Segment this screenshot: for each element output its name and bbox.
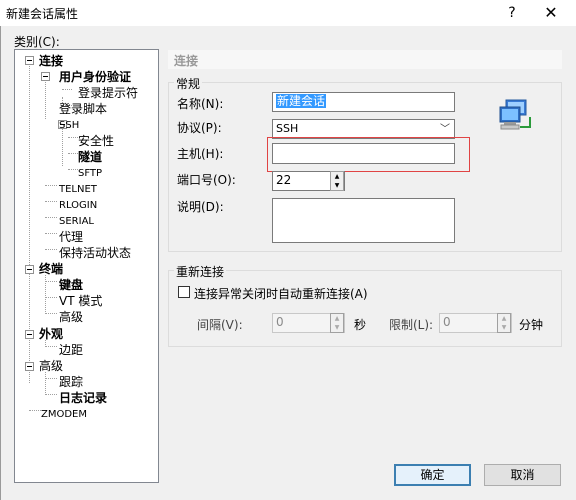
panel-header: 连接 (168, 50, 562, 69)
port-label: 端口号(O): (177, 173, 236, 187)
description-field[interactable] (272, 198, 455, 243)
name-field[interactable]: 新建会话 (272, 92, 455, 112)
title-bar: 新建会话属性 ? ✕ (0, 0, 576, 26)
name-label: 名称(N): (177, 97, 224, 111)
protocol-select-value: SSH (276, 122, 299, 135)
host-field[interactable] (272, 143, 455, 164)
tree-item-sftp[interactable]: SFTP (78, 167, 102, 181)
help-icon[interactable]: ? (502, 3, 522, 23)
tree-item-user-auth[interactable]: 用户身份验证 (59, 70, 131, 84)
tree-item-trace[interactable]: 跟踪 (59, 375, 83, 389)
network-computer-icon (499, 99, 531, 130)
host-label: 主机(H): (177, 147, 224, 161)
collapse-icon[interactable] (25, 265, 34, 274)
description-label: 说明(D): (177, 200, 224, 214)
limit-field-value: 0 (443, 315, 451, 329)
tree-item-login-prompts[interactable]: 登录提示符 (78, 86, 138, 100)
protocol-select[interactable]: SSH ﹀ (272, 119, 455, 139)
general-group-title: 常规 (174, 75, 203, 92)
tree-item-proxy[interactable]: 代理 (59, 230, 83, 244)
tree-item-zmodem[interactable]: ZMODEM (41, 408, 87, 422)
chevron-down-icon: ﹀ (440, 124, 450, 135)
tree-item-advanced[interactable]: 高级 (59, 310, 83, 324)
tree-item-appearance[interactable]: 外观 (39, 327, 63, 341)
category-label: 类别(C): (14, 35, 60, 49)
tree-item-login-script[interactable]: 登录脚本 (59, 102, 107, 116)
window-border (0, 26, 1, 500)
minutes-unit: 分钟 (519, 318, 544, 332)
tree-item-security[interactable]: 安全性 (78, 134, 114, 148)
port-field-value: 22 (276, 173, 292, 187)
tree-item-telnet[interactable]: TELNET (59, 183, 97, 197)
stepper-down-icon[interactable]: ▼ (331, 323, 343, 332)
collapse-icon[interactable] (25, 56, 34, 65)
tree-item-connection[interactable]: 连接 (39, 54, 63, 68)
port-stepper[interactable]: ▲ ▼ (330, 171, 344, 191)
tree-item-keyboard[interactable]: 键盘 (59, 278, 83, 292)
category-tree[interactable]: 连接 用户身份验证 登录提示符 登录脚本 SSH 安全性 隧道 SFTP TEL… (14, 49, 159, 483)
tree-item-margins[interactable]: 边距 (59, 343, 83, 357)
stepper-up-icon[interactable]: ▲ (331, 172, 343, 181)
collapse-icon[interactable] (25, 362, 34, 371)
reconnect-group (168, 270, 562, 347)
interval-stepper[interactable]: ▲ ▼ (330, 313, 344, 333)
stepper-down-icon[interactable]: ▼ (331, 181, 343, 190)
tree-item-ssh[interactable]: SSH (59, 119, 79, 133)
stepper-up-icon[interactable]: ▲ (331, 314, 343, 323)
interval-label: 间隔(V): (197, 318, 243, 332)
stepper-up-icon[interactable]: ▲ (498, 314, 510, 323)
auto-reconnect-checkbox[interactable] (178, 286, 190, 298)
close-icon[interactable]: ✕ (541, 3, 561, 23)
reconnect-group-title: 重新连接 (174, 263, 227, 280)
tree-item-tunneling[interactable]: 隧道 (78, 150, 102, 164)
limit-label: 限制(L): (389, 318, 434, 332)
auto-reconnect-label[interactable]: 连接异常关闭时自动重新连接(A) (194, 285, 368, 302)
name-field-value: 新建会话 (276, 94, 327, 108)
stepper-down-icon[interactable]: ▼ (498, 323, 510, 332)
tree-item-keepalive[interactable]: 保持活动状态 (59, 246, 131, 260)
tree-item-vt-mode[interactable]: VT 模式 (59, 294, 102, 308)
tree-item-serial[interactable]: SERIAL (59, 215, 94, 229)
window-title: 新建会话属性 (6, 7, 79, 21)
tree-item-rlogin[interactable]: RLOGIN (59, 199, 97, 213)
tree-item-terminal[interactable]: 终端 (39, 262, 63, 276)
collapse-icon[interactable] (25, 330, 34, 339)
tree-item-logging[interactable]: 日志记录 (59, 391, 107, 405)
seconds-unit: 秒 (354, 318, 367, 332)
tree-item-advanced-2[interactable]: 高级 (39, 359, 63, 373)
cancel-button[interactable]: 取消 (484, 464, 561, 486)
limit-stepper[interactable]: ▲ ▼ (497, 313, 511, 333)
collapse-icon[interactable] (41, 72, 50, 81)
protocol-label: 协议(P): (177, 121, 222, 135)
panel-header-title: 连接 (174, 54, 199, 68)
interval-field-value: 0 (276, 315, 284, 329)
ok-button[interactable]: 确定 (394, 464, 471, 486)
